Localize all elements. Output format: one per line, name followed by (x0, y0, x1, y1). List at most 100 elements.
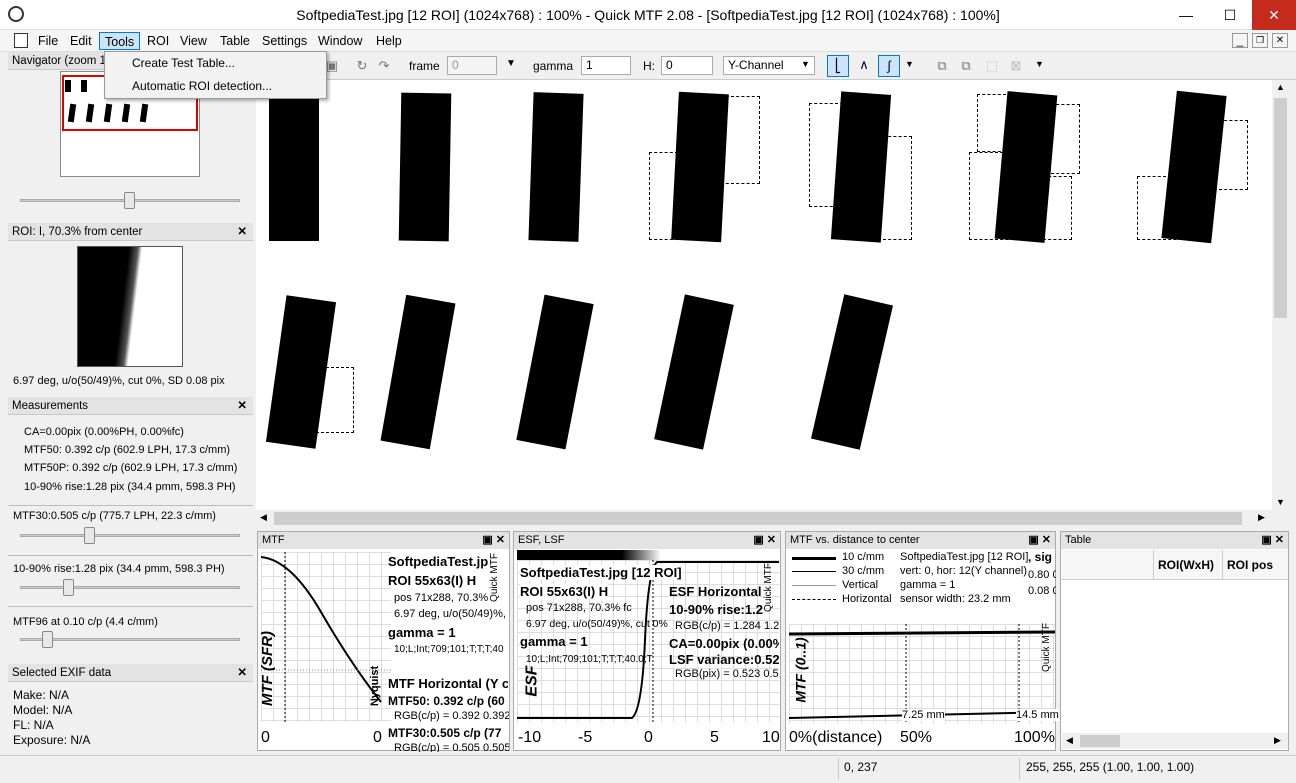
menu-create-test-table[interactable]: Create Test Table... (132, 56, 235, 70)
horizontal-scrollbar[interactable]: ◀ ▶ (256, 510, 1272, 527)
esf-view-icon[interactable]: ∫ (878, 55, 900, 77)
slider-track-mtf30[interactable] (20, 534, 240, 537)
status-divider (1019, 758, 1020, 780)
exif-line: Make: N/A (13, 688, 70, 702)
roi-box[interactable] (296, 367, 354, 433)
frame-label: frame (409, 59, 440, 73)
close-button[interactable]: ✕ (1252, 0, 1296, 30)
scroll-left-icon[interactable]: ◀ (260, 512, 267, 523)
table-hscroll[interactable]: ◀ ▶ (1062, 733, 1288, 749)
menu-window[interactable]: Window (313, 32, 367, 50)
lsf-view-icon[interactable]: ∧ (853, 55, 875, 77)
roi-box[interactable] (1025, 104, 1080, 174)
scroll-right-icon[interactable]: ▶ (1274, 735, 1281, 746)
close-icon[interactable]: ✕ (237, 397, 247, 415)
table-panel: Table ▣ ✕ ROI(WxH) ROI pos ◀ ▶ (1060, 531, 1289, 751)
distance-info: SoftpediaTest.jpg [12 ROI] (900, 551, 1028, 563)
distance-info: gamma = 1 (900, 579, 956, 591)
menu-view[interactable]: View (175, 32, 212, 50)
roi-delete-icon[interactable]: ⊠ (1008, 58, 1024, 74)
slider-track-rise[interactable] (20, 586, 240, 589)
menu-tools[interactable]: Tools (99, 32, 141, 50)
slider-thumb-mtf30[interactable] (84, 527, 95, 544)
slider-thumb-mtf96[interactable] (42, 631, 53, 648)
test-bar (398, 92, 452, 242)
slider-thumb-rise[interactable] (63, 579, 74, 596)
zoom-slider-thumb[interactable] (124, 192, 135, 209)
roi-box[interactable] (809, 103, 864, 207)
mdi-minimize-button[interactable]: _ (1232, 33, 1248, 48)
esf-text: ROI 55x63(I) H (520, 584, 609, 599)
roi-edge (78, 247, 143, 366)
h-input[interactable]: 0 (661, 56, 713, 75)
vertical-scrollbar[interactable]: ▲ ▼ (1272, 80, 1289, 510)
vscroll-thumb[interactable] (1274, 98, 1287, 318)
test-bar (380, 294, 456, 450)
maximize-button[interactable]: ☐ (1208, 0, 1252, 30)
slider-track-mtf96[interactable] (20, 638, 240, 641)
esf-text: gamma = 1 (520, 634, 588, 649)
roi-box[interactable] (969, 152, 1024, 240)
scroll-left-icon[interactable]: ◀ (1066, 735, 1073, 746)
mtf-view-icon[interactable]: ⎣ (827, 55, 849, 77)
scroll-up-icon[interactable]: ▲ (1276, 82, 1285, 92)
hscroll-thumb[interactable] (274, 512, 1242, 525)
table-column-header[interactable]: ROI pos (1227, 558, 1273, 572)
frame-dropdown-icon[interactable]: ▼ (506, 58, 516, 69)
close-icon[interactable]: ▣ ✕ (753, 532, 776, 549)
table-hscroll-thumb[interactable] (1080, 735, 1120, 747)
menu-auto-roi-detection[interactable]: Automatic ROI detection... (132, 79, 272, 93)
menu-settings[interactable]: Settings (257, 32, 312, 50)
redo-icon[interactable]: ↷ (376, 58, 392, 74)
roi-box[interactable] (705, 96, 760, 184)
menu-table[interactable]: Table (215, 32, 255, 50)
distance-xtick: 0%(distance) (789, 729, 883, 746)
mtf-text: gamma = 1 (388, 625, 456, 640)
distance-mark: 7.25 mm (902, 709, 945, 721)
menu-file[interactable]: File (33, 32, 63, 50)
roi-add-icon[interactable]: ⧉ (934, 58, 950, 74)
roi-box[interactable] (1137, 176, 1192, 240)
roi-box[interactable] (977, 94, 1032, 152)
minimize-button[interactable]: — (1164, 0, 1208, 30)
mdi-close-button[interactable]: ✕ (1272, 33, 1288, 48)
roi-box[interactable] (1193, 120, 1248, 190)
exif-header: Selected EXIF data ✕ (8, 664, 253, 682)
nyquist-label: Nyquist (369, 665, 382, 707)
close-icon[interactable]: ▣ ✕ (482, 532, 505, 549)
column-divider (1222, 550, 1223, 580)
menu-roi[interactable]: ROI (142, 32, 174, 50)
close-icon[interactable]: ✕ (237, 223, 247, 241)
gamma-input[interactable]: 1 (581, 56, 631, 75)
legend-line-10 (792, 557, 836, 560)
scroll-down-icon[interactable]: ▼ (1276, 497, 1285, 507)
menu-edit[interactable]: Edit (65, 32, 97, 50)
image-canvas[interactable] (256, 80, 1272, 510)
close-icon[interactable]: ▣ ✕ (1261, 532, 1284, 549)
test-bar (654, 294, 734, 450)
roi-box[interactable] (857, 136, 912, 240)
mtf-text: MTF50: 0.392 c/p (60 (388, 694, 505, 708)
close-icon[interactable]: ✕ (237, 664, 247, 682)
doc-icon (14, 33, 28, 48)
roi-box[interactable] (649, 152, 704, 240)
scroll-right-icon[interactable]: ▶ (1258, 512, 1265, 523)
table-column-header[interactable]: ROI(WxH) (1158, 558, 1214, 572)
roi-move-icon[interactable]: ⬚ (984, 58, 1000, 74)
menu-help[interactable]: Help (371, 32, 407, 50)
view-dropdown-icon[interactable]: ▼ (905, 59, 914, 69)
roi-box[interactable] (1017, 176, 1072, 240)
frame-input[interactable]: 0 (447, 56, 497, 75)
toolbar: ▣ ↻ ↷ frame 0 ▼ gamma 1 H: 0 Y-Channel ▼… (256, 52, 1296, 80)
close-icon[interactable]: ▣ ✕ (1028, 532, 1051, 549)
roi-panel-title: ROI: I, 70.3% from center (12, 226, 143, 238)
measurements-header: Measurements ✕ (8, 397, 253, 415)
roi-copy-icon[interactable]: ⧉ (958, 58, 974, 74)
roi-dropdown-icon[interactable]: ▼ (1035, 59, 1044, 69)
esf-text: LSF variance:0.52 (669, 652, 779, 667)
rotate-icon[interactable]: ↻ (354, 58, 370, 74)
esf-text: 10;L;Int;709;101;T;T;T;40.0;T (526, 654, 653, 665)
distance-panel: MTF vs. distance to center ▣ ✕ 10 c/mm 3… (785, 531, 1059, 751)
roi-panel-header: ROI: I, 70.3% from center ✕ (8, 223, 253, 241)
mdi-restore-button[interactable]: ❐ (1252, 33, 1268, 48)
